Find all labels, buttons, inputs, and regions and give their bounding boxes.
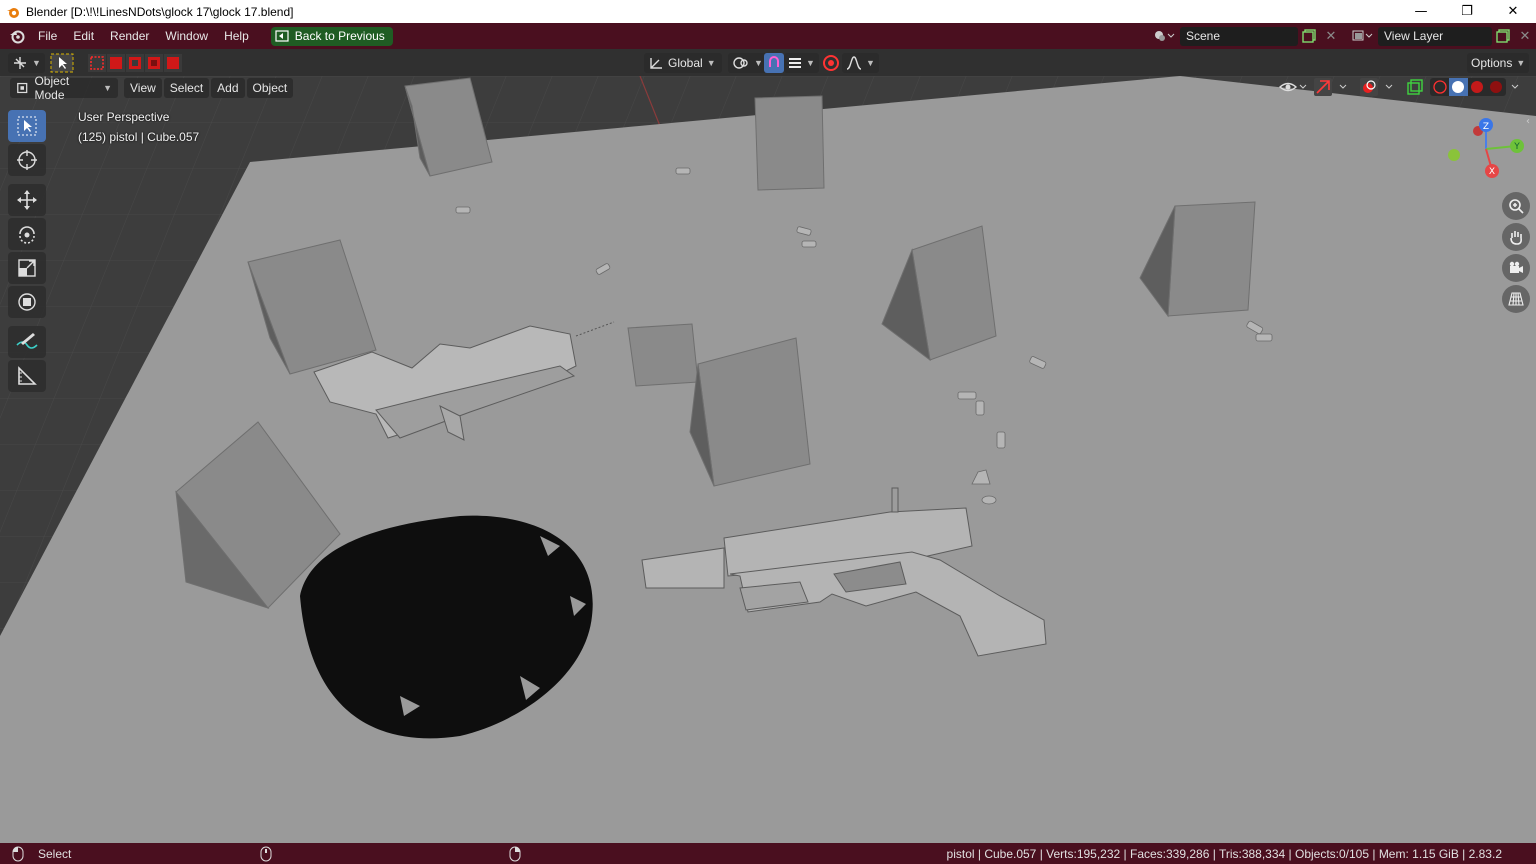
- overlays-toggle-icon[interactable]: [1360, 78, 1400, 99]
- scene-browse-icon[interactable]: [1148, 27, 1180, 46]
- viewport-menu-add[interactable]: Add: [211, 78, 245, 98]
- measure-tool[interactable]: [8, 360, 46, 392]
- restore-button[interactable]: ❐: [1444, 0, 1490, 23]
- falloff-curve-icon: [846, 56, 862, 70]
- menu-help[interactable]: Help: [216, 23, 257, 49]
- back-icon: [275, 30, 289, 42]
- viewport-menu-select[interactable]: Select: [163, 78, 210, 98]
- viewport-scene: [0, 76, 1536, 843]
- new-scene-icon[interactable]: [1298, 27, 1320, 46]
- scene-name-field[interactable]: Scene: [1180, 26, 1298, 46]
- viewport-menu-view[interactable]: View: [124, 78, 162, 98]
- navigation-gizmo[interactable]: Z Y X: [1444, 115, 1532, 187]
- blender-app-icon: [7, 7, 19, 18]
- window-title: Blender [D:\!\!LinesNDots\glock 17\glock…: [26, 4, 294, 19]
- active-object-info: (125) pistol | Cube.057: [78, 130, 200, 144]
- mouse-right-icon: [509, 846, 521, 861]
- mouse-left-icon: [12, 846, 24, 861]
- snap-increment-icon: [789, 58, 801, 68]
- pivot-point-dropdown[interactable]: ▼: [728, 53, 767, 73]
- 3d-viewport-icon: [14, 57, 26, 69]
- gizmo-z-label: Z: [1483, 122, 1489, 132]
- camera-view-icon[interactable]: [1502, 254, 1530, 282]
- status-select-hint: Select: [38, 846, 72, 861]
- cursor-tool[interactable]: [8, 144, 46, 176]
- object-mode-icon: [17, 82, 28, 94]
- gizmo-x-label: X: [1489, 167, 1495, 177]
- annotate-tool[interactable]: [8, 326, 46, 358]
- gizmo-y-label: Y: [1513, 142, 1520, 152]
- shading-modes-icon[interactable]: [1430, 78, 1522, 99]
- editor-type-dropdown[interactable]: ▼: [8, 53, 45, 73]
- measure-ruler-icon: [18, 366, 37, 385]
- mouse-middle-icon: [260, 846, 272, 861]
- transform-orientation-dropdown[interactable]: Global ▼: [644, 53, 722, 73]
- menu-file[interactable]: File: [30, 23, 65, 49]
- close-button[interactable]: ✕: [1490, 0, 1536, 23]
- annotate-pen-icon: [16, 333, 38, 349]
- viewport-header: Object Mode ▼ View Select Add Object: [0, 74, 1536, 102]
- new-view-layer-icon[interactable]: [1492, 27, 1514, 46]
- viewport-navigation: [1502, 192, 1530, 316]
- 3d-cursor-icon: [17, 150, 37, 170]
- gizmo-toggle-icon[interactable]: [1314, 78, 1354, 99]
- select-box-tool[interactable]: [8, 110, 46, 142]
- back-to-previous-label: Back to Previous: [294, 29, 385, 43]
- move-arrows-icon: [17, 190, 37, 210]
- visibility-eye-icon[interactable]: [1278, 78, 1308, 99]
- status-bar: Select pistol | Cube.057 | Verts:195,232…: [0, 843, 1536, 864]
- proportional-editing-icon[interactable]: [822, 53, 840, 73]
- object-mode-dropdown[interactable]: Object Mode ▼: [10, 74, 118, 102]
- falloff-dropdown[interactable]: ▼: [842, 53, 879, 73]
- options-dropdown[interactable]: Options ▼: [1467, 53, 1529, 73]
- viewport-menu-object[interactable]: Object: [246, 78, 294, 98]
- snap-target-dropdown[interactable]: ▼: [784, 53, 819, 73]
- menu-render[interactable]: Render: [102, 23, 157, 49]
- zoom-icon[interactable]: [1502, 192, 1530, 220]
- window-titlebar: Blender [D:\!\!LinesNDots\glock 17\glock…: [0, 0, 1536, 23]
- select-box-tool-icon[interactable]: [50, 53, 74, 73]
- perspective-toggle-icon[interactable]: [1502, 285, 1530, 313]
- delete-view-layer-icon[interactable]: ✕: [1514, 27, 1536, 46]
- rotate-tool[interactable]: [8, 218, 46, 250]
- menu-edit[interactable]: Edit: [65, 23, 102, 49]
- pan-hand-icon[interactable]: [1502, 223, 1530, 251]
- view-layer-browse-icon[interactable]: [1346, 27, 1378, 46]
- blender-menu-icon[interactable]: [4, 23, 30, 49]
- selection-mode-group[interactable]: [88, 53, 184, 73]
- xray-toggle-icon[interactable]: [1406, 78, 1424, 99]
- scale-tool[interactable]: [8, 252, 46, 284]
- pivot-icon: [733, 57, 748, 69]
- transform-icon: [18, 293, 36, 311]
- orientation-axis-icon: [650, 58, 662, 69]
- move-tool[interactable]: [8, 184, 46, 216]
- scale-icon: [18, 259, 36, 277]
- tool-shelf: [8, 110, 50, 394]
- header-toolbar: ▼ Global ▼ ▼ ▼ ▼ Options ▼: [0, 49, 1536, 76]
- select-cursor-icon: [17, 116, 37, 136]
- minimize-button[interactable]: —: [1398, 0, 1444, 23]
- scene-statistics: pistol | Cube.057 | Verts:195,232 | Face…: [946, 846, 1502, 861]
- delete-scene-icon[interactable]: ✕: [1320, 27, 1342, 46]
- back-to-previous-button[interactable]: Back to Previous: [270, 26, 393, 46]
- topbar: File Edit Render Window Help Back to Pre…: [0, 23, 1536, 49]
- snap-toggle-icon[interactable]: [764, 53, 784, 73]
- sidebar-collapse-icon[interactable]: ‹: [1526, 116, 1530, 127]
- view-layer-field[interactable]: View Layer: [1378, 26, 1492, 46]
- 3d-viewport[interactable]: [0, 76, 1536, 843]
- rotate-icon: [19, 226, 35, 244]
- transform-tool[interactable]: [8, 286, 46, 318]
- view-perspective-label: User Perspective: [78, 110, 170, 124]
- menu-window[interactable]: Window: [157, 23, 216, 49]
